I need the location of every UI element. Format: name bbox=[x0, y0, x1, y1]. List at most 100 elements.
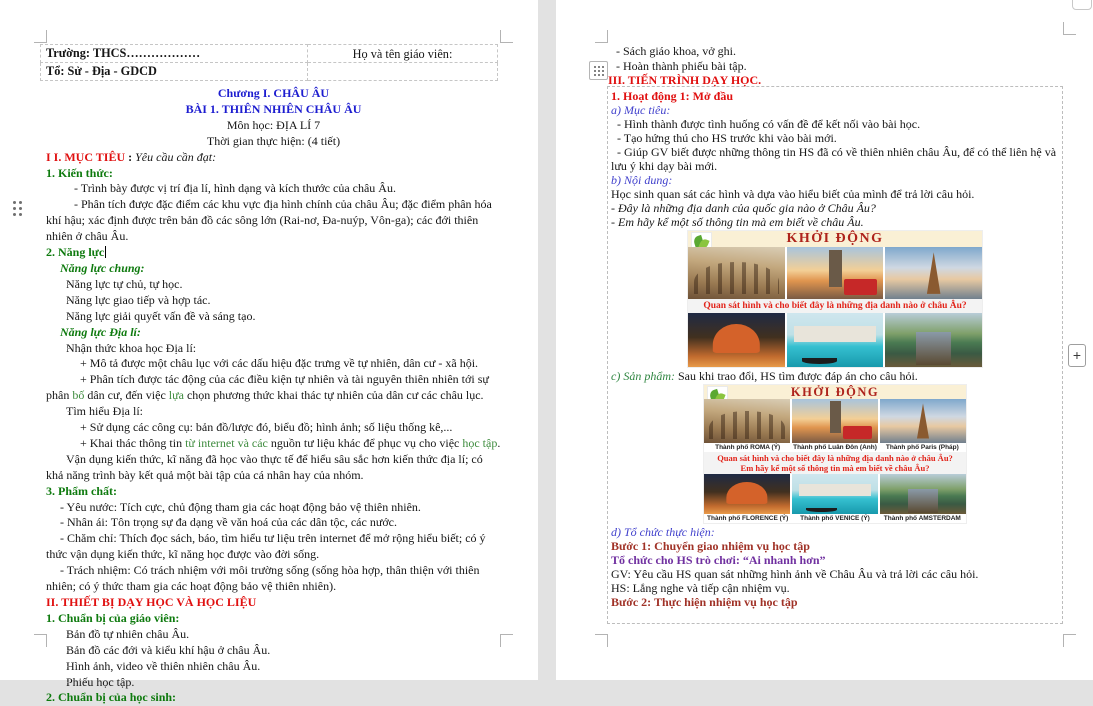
step-1: Bước 1: Chuyển giao nhiệm vụ học tập bbox=[611, 539, 1059, 553]
table-move-handle-icon[interactable] bbox=[589, 61, 608, 80]
paragraph: - Phân tích được đặc điểm các khu vực đị… bbox=[46, 197, 501, 245]
paragraph: - Tạo hứng thú cho HS trước khi vào bài … bbox=[611, 131, 1059, 145]
paragraph: + Khai thác thông tin từ internet và các… bbox=[46, 436, 501, 452]
text-run: bố bbox=[72, 388, 84, 402]
paragraph: - Yêu nước: Tích cực, chủ động tham gia … bbox=[46, 500, 501, 516]
paragraph-drag-handle-icon[interactable] bbox=[12, 200, 24, 216]
label-san-pham: c) Sản phẩm: Sau khi trao đổi, HS tìm đư… bbox=[611, 369, 1059, 383]
text-run: dân cư, đến việc bbox=[84, 388, 168, 402]
paragraph: + Phân tích được tác động của các điều k… bbox=[46, 372, 501, 404]
warmup-banner-title: KHỞI ĐỘNG bbox=[786, 231, 883, 246]
text-run: I I. MỤC TIÊU bbox=[46, 150, 125, 164]
paragraph: + Sử dụng các công cụ: bản đồ/lược đó, b… bbox=[46, 420, 501, 436]
photo-row bbox=[704, 474, 966, 514]
text-run: Yêu cầu cần đạt: bbox=[135, 150, 216, 164]
text-cursor bbox=[105, 246, 106, 258]
warmup-question-line: Quan sát hình và cho biết đây là những đ… bbox=[690, 301, 980, 312]
text-run: 2. Năng lực bbox=[46, 245, 104, 259]
photo-caption: Thành phố VENICE (Ý) bbox=[791, 514, 878, 523]
word-document-view: { "controls": { "plus_label": "+" }, "co… bbox=[0, 0, 1093, 680]
photo-caption: Thành phố Paris (Pháp) bbox=[879, 443, 966, 452]
text-run: Bước 1: Chuyển giao nhiệm vụ học tập bbox=[611, 539, 810, 553]
text-run: chọn phương thức khai thác tự nhiên của … bbox=[184, 388, 484, 402]
text-run: Năng lực giao tiếp và hợp tác. bbox=[66, 293, 210, 307]
photo-colosseum-rome bbox=[688, 247, 785, 299]
teacher-name-label: Họ và tên giáo viên: bbox=[308, 45, 498, 63]
text-run: Bản đồ tự nhiên châu Âu. bbox=[66, 627, 189, 641]
text-run: Năng lực tự chủ, tự học. bbox=[66, 277, 182, 291]
photo-colosseum-rome bbox=[704, 399, 790, 443]
text-run: BÀI 1. THIÊN NHIÊN CHÂU ÂU bbox=[186, 102, 362, 116]
paragraph: Bản đồ tự nhiên châu Âu. bbox=[46, 627, 501, 643]
paragraph: HS: Lắng nghe và tiếp cận nhiệm vụ. bbox=[611, 581, 1059, 595]
add-button[interactable]: + bbox=[1068, 344, 1086, 367]
text-run: - Em hãy kể một số thông tin mà em biết … bbox=[611, 215, 864, 229]
chapter-title: Chương I. CHÂU ÂU bbox=[46, 86, 501, 102]
text-run: - Sách giáo khoa, vở ghi. bbox=[616, 44, 736, 58]
text-run: từ internet và các bbox=[185, 436, 268, 450]
step-2: Bước 2: Thực hiện nhiệm vụ học tập bbox=[611, 595, 1059, 609]
text-run: HS: Lắng nghe và tiếp cận nhiệm vụ. bbox=[611, 581, 790, 595]
text-run: III. TIẾN TRÌNH DẠY HỌC. bbox=[608, 73, 761, 87]
text-run: Chương I. CHÂU ÂU bbox=[218, 86, 329, 100]
text-run: Năng lực Địa lí: bbox=[60, 325, 141, 339]
paragraph: + Mô tả được một châu lục với các dấu hi… bbox=[46, 356, 501, 372]
paragraph: Bản đồ các đới và kiểu khí hậu ở châu Âu… bbox=[46, 643, 501, 659]
text-run: 1. Kiến thức: bbox=[46, 166, 113, 180]
text-run: Tổ chức cho HS trò chơi: “Ai nhanh hơn” bbox=[611, 553, 826, 567]
paragraph: - Sách giáo khoa, vở ghi. bbox=[608, 44, 1060, 59]
text-run: - Đây là những địa danh của quốc gia nào… bbox=[611, 201, 876, 215]
photo-caption-row: Thành phố FLORENCE (Ý)Thành phố VENICE (… bbox=[704, 514, 966, 523]
page1-body-text: Chương I. CHÂU ÂU BÀI 1. THIÊN NHIÊN CHÂU… bbox=[46, 86, 501, 706]
text-run: - Trách nhiệm: Có trách nhiệm với môi tr… bbox=[46, 563, 480, 593]
photo-amsterdam-canal bbox=[880, 474, 966, 514]
activity-table: 1. Hoạt động 1: Mở đầua) Mục tiêu:- Hình… bbox=[607, 86, 1063, 624]
text-run: - Tạo hứng thú cho HS trước khi vào bài … bbox=[617, 131, 837, 145]
label-to-chuc: d) Tổ chức thực hiện: bbox=[611, 525, 1059, 539]
paragraph: - Giúp GV biết được những thông tin HS đ… bbox=[611, 145, 1059, 173]
paragraph: Tìm hiểu Địa lí: bbox=[46, 404, 501, 420]
text-run: - Hình thành được tình huống có vấn đề đ… bbox=[617, 117, 920, 131]
heading-chuan-bi-hs: 2. Chuẩn bị của học sinh: bbox=[46, 690, 501, 706]
warmup-question: Quan sát hình và cho biết đây là những đ… bbox=[688, 299, 982, 313]
text-run: Thời gian thực hiện: (4 tiết) bbox=[207, 134, 340, 148]
warmup-banner: KHỞI ĐỘNG bbox=[688, 231, 982, 247]
text-run: II. THIẾT BỊ DẠY HỌC VÀ HỌC LIỆU bbox=[46, 595, 256, 609]
game-line: Tổ chức cho HS trò chơi: “Ai nhanh hơn” bbox=[611, 553, 1059, 567]
school-name: Trường: THCS……………… bbox=[41, 45, 308, 63]
margin-mark-icon bbox=[34, 30, 47, 43]
text-run: d) Tổ chức thực hiện: bbox=[611, 525, 715, 539]
document-page-2: - Sách giáo khoa, vở ghi.- Hoàn thành ph… bbox=[556, 0, 1093, 680]
warmup-banner-title: KHỞI ĐỘNG bbox=[791, 386, 879, 400]
photo-caption: Thành phố Luân Đôn (Anh) bbox=[791, 443, 878, 452]
text-run: - Yêu nước: Tích cực, chủ động tham gia … bbox=[60, 500, 421, 514]
heading-chuan-bi-gv: 1. Chuẩn bị của giáo viên: bbox=[46, 611, 501, 627]
text-run: Vận dụng kiến thức, kĩ năng đã học vào t… bbox=[46, 452, 483, 482]
paragraph: - Trách nhiệm: Có trách nhiệm với môi tr… bbox=[46, 563, 501, 595]
text-run: 1. Hoạt động 1: Mở đầu bbox=[611, 89, 733, 103]
photo-eiffel-tower-paris bbox=[880, 399, 966, 443]
photo-florence-duomo bbox=[688, 313, 785, 367]
warmup-question-line: Em hãy kể một số thông tin mà em biết về… bbox=[706, 464, 964, 474]
lesson-title: BÀI 1. THIÊN NHIÊN CHÂU ÂU bbox=[46, 102, 501, 118]
activity-1-title: 1. Hoạt động 1: Mở đầu bbox=[611, 89, 1059, 103]
text-run: - Nhân ái: Tôn trọng sự đa dạng về văn h… bbox=[60, 515, 397, 529]
photo-caption-row: Thành phố ROMA (Ý)Thành phố Luân Đôn (An… bbox=[704, 443, 966, 452]
paragraph: Năng lực giải quyết vấn đề và sáng tạo. bbox=[46, 309, 501, 325]
text-run: - Hoàn thành phiếu bài tập. bbox=[616, 59, 747, 73]
photo-venice-canal bbox=[792, 474, 878, 514]
text-run: Năng lực chung: bbox=[60, 261, 145, 275]
warmup-image-2: KHỞI ĐỘNG Thành phố ROMA (Ý)Thành phố Luâ… bbox=[704, 385, 966, 524]
heading-pham-chat: 3. Phẩm chất: bbox=[46, 484, 501, 500]
paragraph: Vận dụng kiến thức, kĩ năng đã học vào t… bbox=[46, 452, 501, 484]
photo-amsterdam-canal bbox=[885, 313, 982, 367]
photo-caption: Thành phố FLORENCE (Ý) bbox=[704, 514, 791, 523]
warmup-image-1: KHỞI ĐỘNG Quan sát hình và cho biết đây l… bbox=[688, 231, 982, 367]
photo-venice-canal bbox=[787, 313, 884, 367]
photo-caption: Thành phố AMSTERDAM bbox=[879, 514, 966, 523]
text-run: Bước 2: Thực hiện nhiệm vụ học tập bbox=[611, 595, 798, 609]
empty-cell bbox=[308, 63, 498, 81]
label-muc-tieu: a) Mục tiêu: bbox=[611, 103, 1059, 117]
photo-row bbox=[704, 399, 966, 443]
page2-top-text: - Sách giáo khoa, vở ghi.- Hoàn thành ph… bbox=[608, 44, 1060, 88]
